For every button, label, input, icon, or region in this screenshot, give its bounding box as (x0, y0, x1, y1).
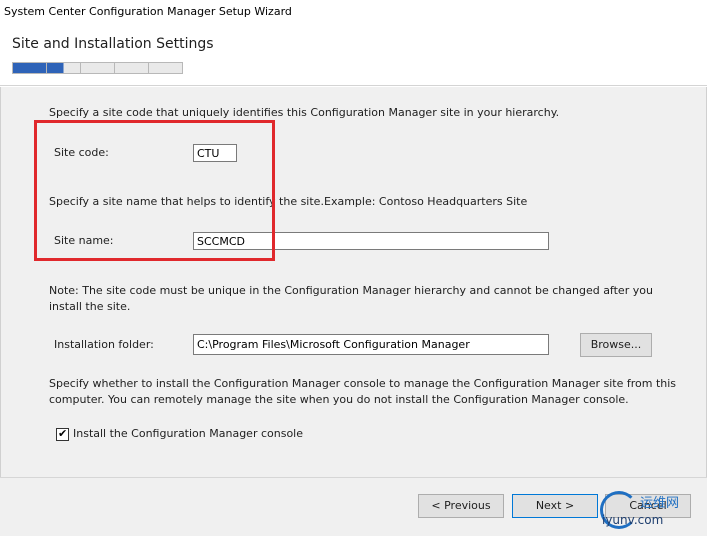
wizard-progress-bar (12, 62, 183, 74)
page-title: Site and Installation Settings (12, 36, 214, 52)
next-button[interactable]: Next > (512, 494, 598, 518)
watermark: 运维网 iyunv.com (600, 491, 704, 531)
site-code-input[interactable] (193, 144, 237, 162)
site-name-example: Example: Contoso Headquarters Site (324, 195, 528, 208)
progress-segment (81, 63, 115, 73)
window-title: System Center Configuration Manager Setu… (4, 5, 292, 18)
site-name-instruction: Specify a site name that helps to identi… (49, 195, 324, 208)
console-instruction: Specify whether to install the Configura… (49, 377, 677, 406)
progress-segment (47, 63, 81, 73)
watermark-url: iyunv.com (602, 513, 664, 527)
installation-folder-input[interactable] (193, 334, 549, 355)
site-code-label: Site code: (54, 146, 109, 159)
watermark-text: 运维网 (640, 496, 680, 511)
window-titlebar: System Center Configuration Manager Setu… (0, 0, 707, 24)
browse-button[interactable]: Browse... (580, 333, 652, 357)
site-code-note: Note: The site code must be unique in th… (49, 284, 653, 313)
installation-folder-label: Installation folder: (54, 338, 154, 351)
site-name-label: Site name: (54, 234, 114, 247)
previous-button[interactable]: < Previous (418, 494, 504, 518)
progress-segment (115, 63, 149, 73)
site-name-input[interactable] (193, 232, 549, 250)
progress-segment (13, 63, 47, 73)
install-console-label[interactable]: Install the Configuration Manager consol… (73, 426, 303, 442)
progress-segment (149, 63, 182, 73)
site-code-instruction: Specify a site code that uniquely identi… (49, 106, 560, 119)
checkmark-icon: ✔ (58, 427, 68, 440)
wizard-header: Site and Installation Settings (0, 24, 707, 86)
install-console-checkbox[interactable]: ✔ (56, 427, 69, 441)
